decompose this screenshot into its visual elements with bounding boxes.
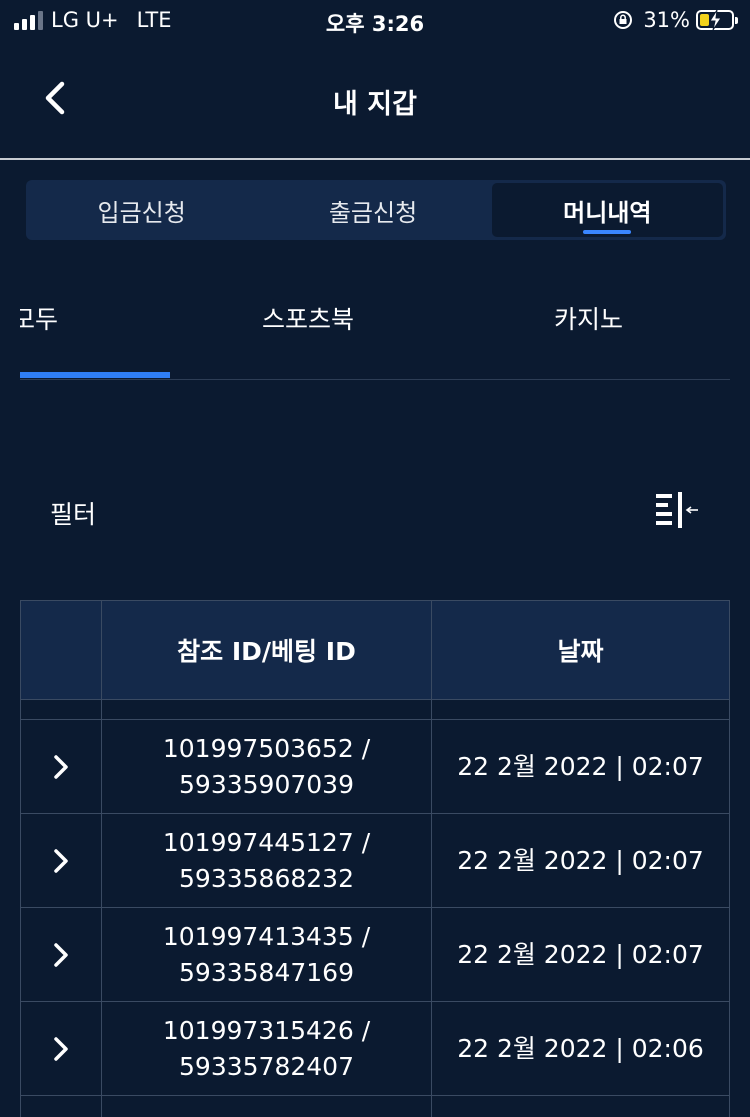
ref-id: 101997445127 / <box>162 827 371 857</box>
date-cell: 22 2월 2022 | 02:07 <box>431 908 729 1001</box>
date-cell: 22 2월 2022 | 02:07 <box>431 814 729 907</box>
battery-icon <box>696 9 738 31</box>
table-cell <box>431 1096 729 1117</box>
expand-cell[interactable] <box>21 908 101 1001</box>
rotation-lock-icon <box>614 11 633 29</box>
header-divider <box>0 158 750 160</box>
table-row-partial <box>21 700 729 720</box>
tab-label: 출금신청 <box>328 198 418 227</box>
bet-id: 59335847169 <box>179 957 354 987</box>
table-cell <box>101 700 431 719</box>
table-cell <box>431 700 729 719</box>
ref-bet-id-cell: 101997315426 / 59335782407 <box>101 1002 431 1095</box>
active-category-indicator <box>20 372 170 378</box>
table-row[interactable]: 101997315426 / 59335782407 22 2월 2022 | 0… <box>21 1002 729 1096</box>
chevron-right-icon[interactable] <box>50 940 72 970</box>
bet-id: 59335907039 <box>179 769 354 799</box>
date-cell: 22 2월 2022 | 02:07 <box>431 720 729 813</box>
expand-cell[interactable] <box>21 720 101 813</box>
filter-label: 필터 <box>50 500 97 529</box>
tab-casino[interactable]: 카지노 <box>554 300 623 336</box>
wallet-page: LG U+ LTE 오후 3:26 31% 내 지갑 입금신청 출금신청 머니내… <box>0 0 750 1117</box>
table-cell <box>21 700 101 719</box>
status-bar: LG U+ LTE 오후 3:26 31% <box>0 0 750 40</box>
chevron-right-icon[interactable] <box>50 752 72 782</box>
tab-deposit-request[interactable]: 입금신청 <box>26 180 257 240</box>
status-right: 31% <box>613 8 738 32</box>
filter-toggle-icon[interactable] <box>656 492 700 528</box>
page-title: 내 지갑 <box>333 89 417 120</box>
ref-id: 101997503652 / <box>162 733 371 763</box>
tab-sportsbook[interactable]: 스포츠북 <box>262 300 354 336</box>
bet-id: 59335868232 <box>179 863 354 893</box>
chevron-right-icon[interactable] <box>50 1034 72 1064</box>
ref-bet-id-cell: 101997445127 / 59335868232 <box>101 814 431 907</box>
bet-id: 59335782407 <box>179 1051 354 1081</box>
tab-all[interactable]: 모두 <box>20 300 170 336</box>
table-row[interactable]: 101997503652 / 59335907039 22 2월 2022 | 0… <box>21 720 729 814</box>
charging-bolt-icon <box>709 9 722 31</box>
wallet-tabs: 입금신청 출금신청 머니내역 <box>26 180 726 240</box>
ref-id: 101997315426 / <box>162 1015 371 1045</box>
ref-bet-id-cell: 101997503652 / 59335907039 <box>101 720 431 813</box>
money-history-table: 참조 ID/베팅 ID 날짜 101997503652 / 59335907039… <box>20 600 730 1117</box>
expand-cell[interactable] <box>21 814 101 907</box>
table-row-partial <box>21 1096 729 1117</box>
header-ref-bet-id: 참조 ID/베팅 ID <box>101 601 431 699</box>
table-cell <box>101 1096 431 1117</box>
category-tabs: 모두 스포츠북 카지노 <box>20 290 730 380</box>
chevron-right-icon[interactable] <box>50 846 72 876</box>
active-tab-indicator <box>583 230 632 234</box>
header-date: 날짜 <box>431 601 729 699</box>
table-cell <box>21 1096 101 1117</box>
header-expand-col <box>21 601 101 699</box>
ref-id: 101997413435 / <box>162 921 371 951</box>
table-header: 참조 ID/베팅 ID 날짜 <box>21 600 729 700</box>
date-cell: 22 2월 2022 | 02:06 <box>431 1002 729 1095</box>
battery-tip <box>735 17 738 24</box>
tab-all-label: 모두 <box>20 305 59 334</box>
tab-label: 머니내역 <box>563 198 652 227</box>
tab-withdraw-request[interactable]: 출금신청 <box>257 180 488 240</box>
ref-bet-id-cell: 101997413435 / 59335847169 <box>101 908 431 1001</box>
tab-label: 입금신청 <box>97 198 186 227</box>
filter-row: 필터 <box>50 490 700 540</box>
table-row[interactable]: 101997413435 / 59335847169 22 2월 2022 | 0… <box>21 908 729 1002</box>
tab-money-history[interactable]: 머니내역 <box>491 183 723 237</box>
table-row[interactable]: 101997445127 / 59335868232 22 2월 2022 | 0… <box>21 814 729 908</box>
expand-cell[interactable] <box>21 1002 101 1095</box>
battery-percent: 31% <box>643 8 690 32</box>
app-header: 내 지갑 <box>0 40 750 158</box>
